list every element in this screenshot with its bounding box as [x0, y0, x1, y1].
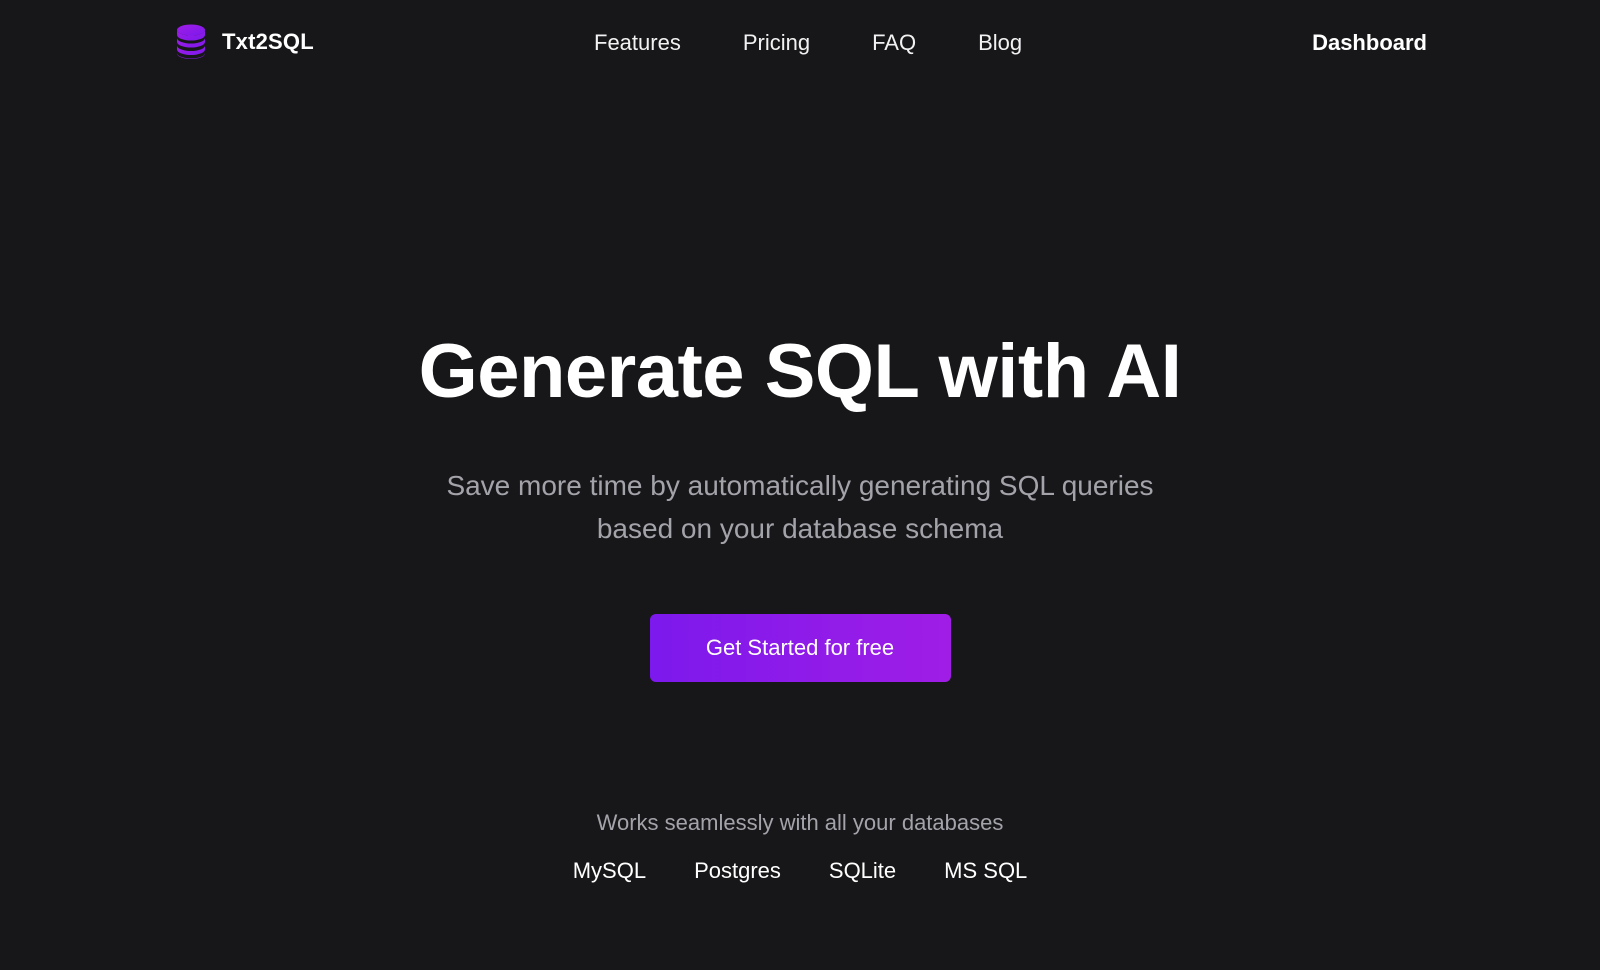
- nav-link-blog[interactable]: Blog: [978, 28, 1022, 58]
- main-nav: Features Pricing FAQ Blog: [594, 28, 1022, 58]
- landing-page: Txt2SQL Features Pricing FAQ Blog Dashbo…: [0, 0, 1600, 970]
- database-list: MySQL Postgres SQLite MS SQL: [0, 856, 1600, 886]
- nav-link-pricing[interactable]: Pricing: [743, 28, 810, 58]
- logo-link[interactable]: Txt2SQL: [176, 24, 314, 59]
- hero-subtitle: Save more time by automatically generati…: [446, 470, 1154, 544]
- database-item-postgres: Postgres: [694, 858, 781, 883]
- nav-link-features[interactable]: Features: [594, 28, 681, 58]
- databases-label: Works seamlessly with all your databases: [596, 810, 1004, 835]
- database-item-sqlite: SQLite: [828, 858, 897, 883]
- hero-title: Generate SQL with AI: [418, 329, 1182, 414]
- nav-link-faq[interactable]: FAQ: [872, 28, 916, 58]
- supported-databases: Works seamlessly with all your databases…: [0, 808, 1600, 886]
- dashboard-link[interactable]: Dashboard: [1312, 28, 1427, 58]
- logo-text: Txt2SQL: [222, 28, 314, 54]
- database-item-mysql: MySQL: [572, 858, 647, 883]
- hero-section: Generate SQL with AI Save more time by a…: [0, 320, 1600, 682]
- site-header: Txt2SQL Features Pricing FAQ Blog Dashbo…: [0, 0, 1600, 86]
- database-item-mssql: MS SQL: [944, 858, 1028, 883]
- database-icon: [176, 24, 206, 59]
- get-started-button[interactable]: Get Started for free: [649, 614, 951, 682]
